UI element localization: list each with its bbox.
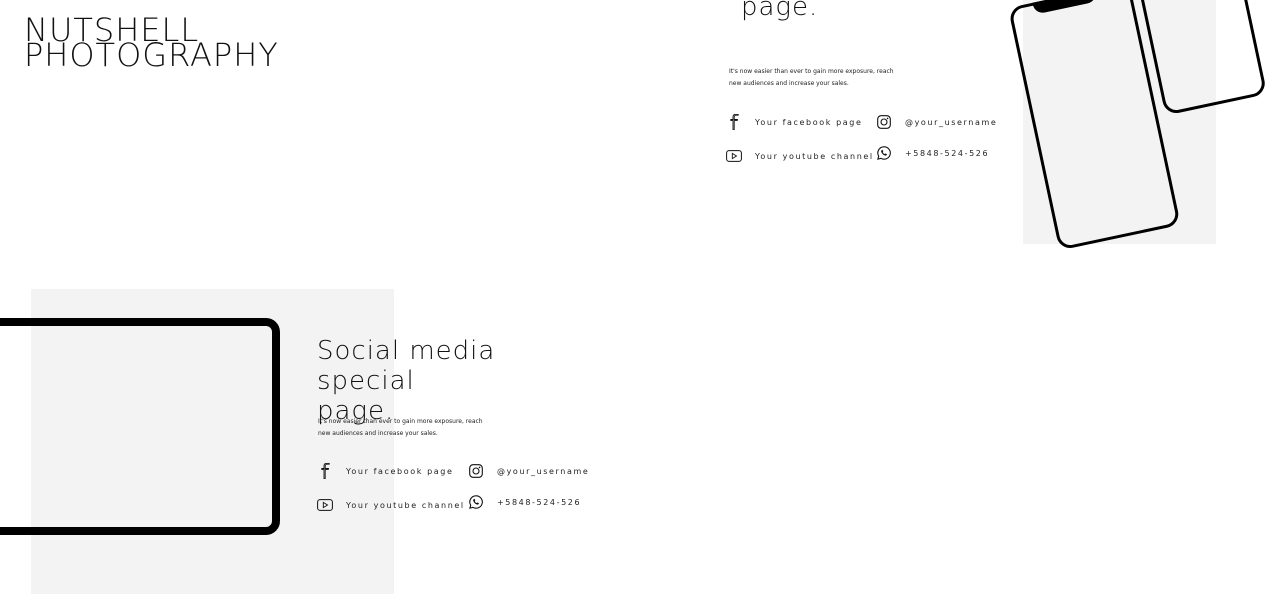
instagram-label: @your_username [905, 117, 998, 127]
top-instagram-link[interactable]: @your_username [876, 114, 997, 130]
top-youtube-link[interactable]: Your youtube channel [726, 148, 874, 164]
whatsapp-icon [876, 145, 892, 161]
bottom-whatsapp-contact[interactable]: +5848-524-526 [468, 494, 581, 510]
bottom-slide-heading: Social media special page. [317, 336, 577, 426]
facebook-label: Your facebook page [755, 117, 863, 127]
bottom-facebook-link[interactable]: Your facebook page [317, 463, 453, 479]
whatsapp-icon [468, 494, 484, 510]
top-facebook-link[interactable]: Your facebook page [726, 114, 862, 130]
facebook-icon [726, 114, 742, 130]
youtube-label: Your youtube channel [755, 151, 874, 161]
facebook-label: Your facebook page [346, 466, 454, 476]
bottom-slide-description: It's now easier than ever to gain more e… [318, 416, 488, 440]
youtube-label: Your youtube channel [346, 500, 465, 510]
instagram-label: @your_username [497, 466, 590, 476]
brand-line-2: PHOTOGRAPHY [24, 36, 279, 74]
brand-logo: NUTSHELL PHOTOGRAPHY [24, 14, 279, 74]
tablet-mockup [0, 318, 280, 535]
description-line-1: It's now easier than ever to gain more e… [318, 418, 483, 425]
heading-line-1: Social media special [317, 336, 496, 396]
description-line-1: It's now easier than ever to gain more e… [729, 68, 894, 75]
top-slide-description: It's now easier than ever to gain more e… [729, 66, 899, 90]
phone-label: +5848-524-526 [497, 497, 582, 507]
top-whatsapp-contact[interactable]: +5848-524-526 [876, 145, 989, 161]
youtube-icon [317, 497, 333, 513]
phone-notch [1032, 0, 1098, 15]
phone-label: +5848-524-526 [905, 148, 990, 158]
instagram-icon [876, 114, 892, 130]
top-slide-heading: page. [741, 0, 819, 22]
instagram-icon [468, 463, 484, 479]
youtube-icon [726, 148, 742, 164]
bottom-instagram-link[interactable]: @your_username [468, 463, 589, 479]
facebook-icon [317, 463, 333, 479]
description-line-2: new audiences and increase your sales. [318, 430, 438, 437]
slides-canvas: NUTSHELL PHOTOGRAPHY page. It's now easi… [0, 0, 1280, 610]
description-line-2: new audiences and increase your sales. [729, 80, 849, 87]
bottom-youtube-link[interactable]: Your youtube channel [317, 497, 465, 513]
